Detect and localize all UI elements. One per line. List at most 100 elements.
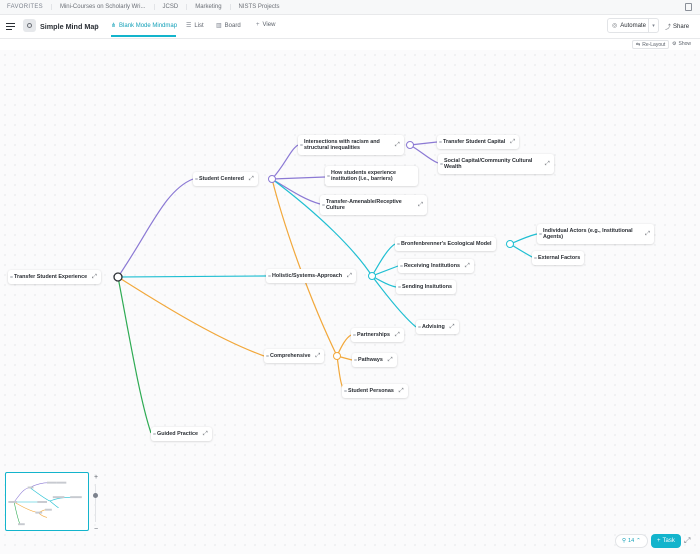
drag-handle-icon[interactable] [397,242,400,246]
drag-handle-icon[interactable] [268,274,271,278]
favorites-bar: FAVORITES Mini-Courses on Scholarly Wri.… [0,0,700,15]
board-icon: ▥ [216,23,222,29]
node-label: Holistic/Systems-Approach [272,272,343,279]
drag-handle-icon[interactable] [354,358,357,362]
zoom-out-button[interactable]: − [91,524,101,534]
favorite-item[interactable]: Mini-Courses on Scholarly Wri... [50,4,154,10]
drag-handle-icon[interactable] [327,174,330,178]
drag-handle-icon[interactable] [534,256,537,260]
drag-handle-icon[interactable] [344,389,347,393]
drag-handle-icon[interactable] [400,264,403,268]
user-icon: ⚲ [622,538,627,544]
drag-handle-icon[interactable] [10,275,13,279]
minimap[interactable] [5,472,89,531]
mindmap-node-bronfenbrenner[interactable]: Bronfenbrenner's Ecological Model [395,237,496,251]
expand-icon[interactable]: ⤢ [545,161,550,167]
drag-handle-icon[interactable] [300,143,303,147]
mindmap-node-sending[interactable]: Sending Insitutions [396,280,457,294]
show-button[interactable]: ⚙ Show [672,41,691,47]
drag-handle-icon[interactable] [195,177,198,181]
mindmap-node-partnerships[interactable]: Partnerships ⤢ [351,328,404,342]
expand-icon[interactable]: ⤢ [465,263,470,269]
node-label: Bronfenbrenner's Ecological Model [401,240,492,247]
tasks-count-button[interactable]: ⚲ 14 ⌃ [615,534,648,548]
expand-icon[interactable]: ⤢ [249,176,254,182]
add-view-button[interactable]: + View [256,22,275,28]
relayout-label: Re-Layout [642,41,666,48]
expand-icon[interactable]: ⤢ [418,202,423,208]
fullscreen-icon[interactable]: ⤢ [684,536,690,546]
expand-icon[interactable]: ⤢ [399,388,404,394]
favorite-item[interactable]: JCSD [153,4,187,10]
mindmap-node-intersections[interactable]: Intersections with racism and structural… [298,135,404,155]
mindmap-node-receiving[interactable]: Receiving Institutions ⤢ [398,259,474,273]
mindmap-canvas[interactable] [0,50,700,554]
tab-list[interactable]: ☰ List [186,22,204,30]
drag-handle-icon[interactable] [440,162,443,166]
expand-icon[interactable]: ⤢ [510,139,515,145]
drag-handle-icon[interactable] [153,432,156,436]
tab-blank-mode-mindmap[interactable]: ⋔ Blank Mode Mindmap [111,22,178,30]
relayout-button[interactable]: ⇆ Re-Layout [632,40,670,49]
tab-label: Board [224,22,241,29]
mindmap-node-individual-actors[interactable]: Individual Actors (e.g., Institutional A… [537,224,654,244]
drag-handle-icon[interactable] [398,285,401,289]
favorites-label: FAVORITES [7,4,43,10]
show-label: Show [678,41,691,47]
tab-board[interactable]: ▥ Board [216,22,241,30]
mindmap-icon: ⋔ [111,23,117,29]
automate-label: Automate [620,22,646,29]
expand-icon[interactable]: ⤢ [315,353,320,359]
drag-handle-icon[interactable] [539,232,542,236]
node-label: Student Centered [199,175,244,182]
mindmap-node-social-capital[interactable]: Social Capital/Community Cultural Wealth… [438,154,554,174]
tab-label: Blank Mode Mindmap [119,22,178,29]
tab-label: View [262,22,276,28]
mindmap-node-advising[interactable]: Advising ⤢ [416,320,459,334]
document-icon[interactable] [685,3,692,11]
mindmap-node-receptive-culture[interactable]: Transfer-Amenable/Receptive Culture ⤢ [320,195,427,215]
mindmap-node-root[interactable]: Transfer Student Experience ⤢ [8,270,101,284]
zoom-track[interactable] [95,484,96,522]
page-title[interactable]: Simple Mind Map [40,22,99,31]
mindmap-node-guided-practice[interactable]: Guided Practice ⤢ [151,427,212,441]
mindmap-node-comprehensive[interactable]: Comprehensive ⤢ [264,349,325,363]
mindmap-node-transfer-capital[interactable]: Transfer Student Capital ⤢ [437,135,520,149]
zoom-in-button[interactable]: + [91,472,101,482]
expand-icon[interactable]: ⤢ [395,332,400,338]
mindmap-node-personas[interactable]: Student Personas ⤢ [342,384,408,398]
tasks-count: 14 [628,538,635,544]
drag-handle-icon[interactable] [322,203,325,207]
favorite-item[interactable]: NISTS Projects [229,4,288,10]
mindmap-node-pathways[interactable]: Pathways ⤢ [352,353,397,367]
expand-icon[interactable]: ⤢ [645,231,650,237]
drag-handle-icon[interactable] [418,325,421,329]
tab-label: List [194,22,204,29]
mindmap-node-holistic[interactable]: Holistic/Systems-Approach ⤢ [266,269,356,283]
node-label: Social Capital/Community Cultural Wealth [444,157,533,170]
automate-button[interactable]: ◎ Automate ▾ [607,18,659,33]
expand-icon[interactable]: ⤢ [203,431,208,437]
menu-icon[interactable] [6,23,15,30]
expand-icon[interactable]: ⤢ [388,357,393,363]
chevron-up-icon: ⌃ [636,538,641,544]
expand-icon[interactable]: ⤢ [395,142,400,148]
drag-handle-icon[interactable] [353,333,356,337]
chevron-down-icon[interactable]: ▾ [648,19,658,32]
expand-icon[interactable]: ⤢ [450,324,455,330]
drag-handle-icon[interactable] [266,354,269,358]
chevron-down-icon[interactable]: ▾ [95,23,98,29]
expand-icon[interactable]: ⤢ [347,273,352,279]
drag-handle-icon[interactable] [439,140,442,144]
mindmap-node-external-factors[interactable]: External Factors [532,251,585,265]
favorite-item[interactable]: Marketing [186,4,229,10]
expand-icon[interactable]: ⤢ [92,274,97,280]
space-icon[interactable] [23,19,36,32]
mindmap-node-barriers[interactable]: How students experience institution (i.e… [325,166,418,186]
zoom-slider-handle[interactable] [93,493,98,498]
share-button[interactable]: ⤴ Share [665,22,689,32]
zoom-control: + − [91,472,101,534]
add-task-button[interactable]: + Task [651,534,681,548]
mindmap-node-student-centered[interactable]: Student Centered ⤢ [193,172,258,186]
view-header: Simple Mind Map ▾ ⋔ Blank Mode Mindmap ☰… [0,15,700,39]
